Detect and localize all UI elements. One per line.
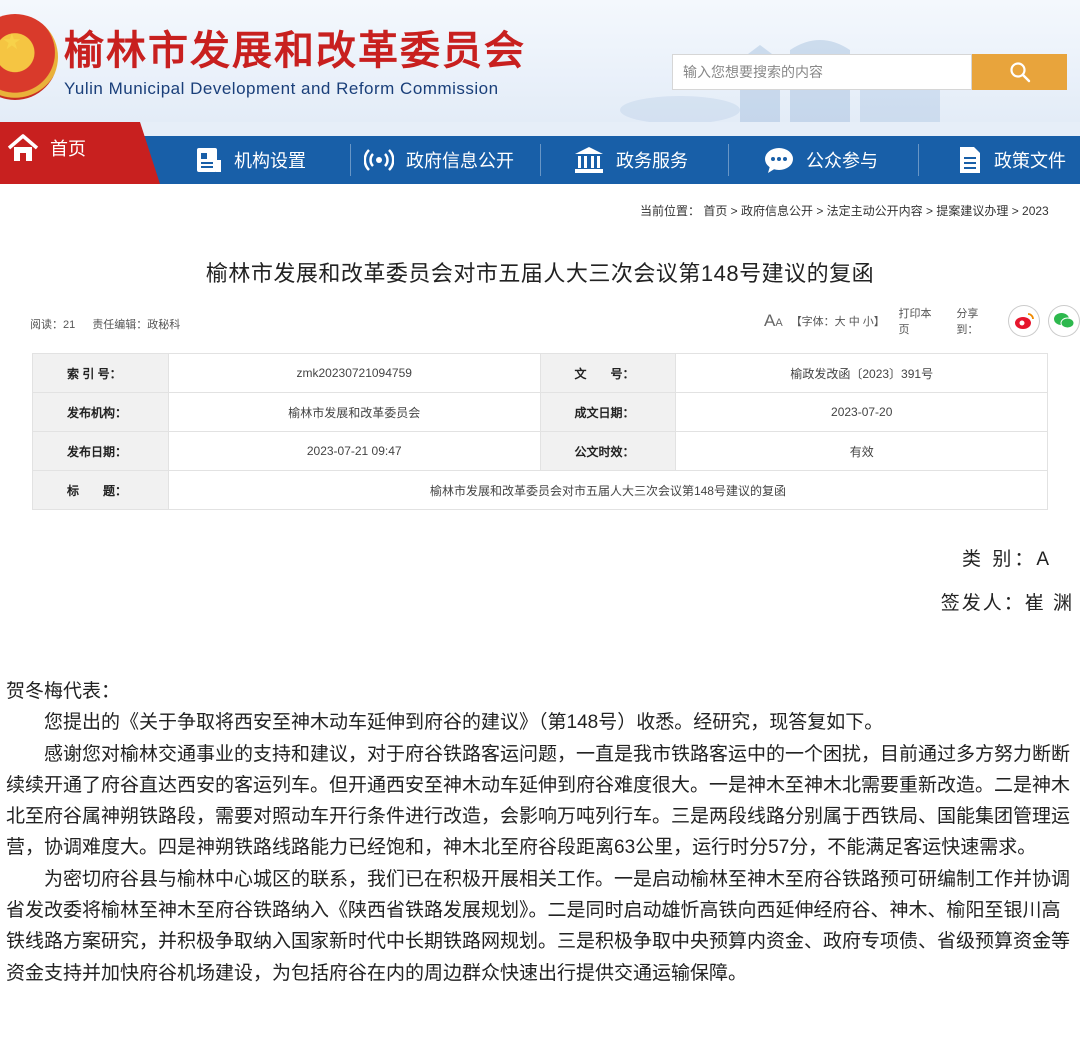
document-icon (960, 147, 980, 173)
search-input[interactable]: 输入您想要搜索的内容 (672, 54, 972, 90)
salutation: 贺冬梅代表： (6, 681, 121, 702)
broadcast-icon (364, 149, 394, 171)
article-tools: AA 【字体：大 中 小】 打印本页 分享到： (764, 304, 1080, 338)
table-row: 索 引 号： zmk20230721094759 文 号： 榆政发改函〔2023… (32, 353, 1048, 393)
government-building-icon (575, 147, 603, 173)
nav-item-label: 公众参与 (806, 151, 878, 171)
table-row: 发布日期： 2023-07-21 09:47 公文时效： 有效 (32, 431, 1048, 471)
font-size-control[interactable]: 【字体：大 中 小】 (791, 313, 885, 329)
validity-value: 有效 (675, 431, 1048, 471)
nav-home[interactable]: 首页 (6, 133, 86, 163)
nav-item-label: 政务服务 (616, 151, 688, 171)
national-emblem-icon: ★ (0, 14, 58, 100)
table-row: 发布机构： 榆林市发展和改革委员会 成文日期： 2023-07-20 (32, 392, 1048, 432)
site-header: ★ 榆林市发展和改革委员会 Yulin Municipal Developmen… (0, 0, 1080, 122)
publisher-value: 榆林市发展和改革委员会 (167, 392, 541, 432)
publish-date-label: 发布日期： (32, 431, 169, 471)
read-count: 阅读：21 (30, 319, 76, 331)
breadcrumb[interactable]: 当前位置： 首页 > 政府信息公开 > 法定主动公开内容 > 提案建议办理 > … (640, 202, 1080, 219)
weibo-share-button[interactable] (1008, 305, 1041, 337)
nav-item-info-disclosure[interactable]: 政府信息公开 (364, 136, 514, 184)
nav-top-strip (0, 122, 1080, 136)
weibo-icon (1015, 313, 1035, 329)
chat-icon (765, 148, 793, 173)
title-label: 标 题： (32, 470, 169, 510)
signer-label: 签发人：崔 渊 (940, 593, 1074, 614)
index-label: 索 引 号： (32, 353, 169, 393)
written-date-label: 成文日期： (539, 392, 677, 432)
index-value: zmk20230721094759 (167, 353, 541, 393)
document-info-table: 索 引 号： zmk20230721094759 文 号： 榆政发改函〔2023… (32, 353, 1049, 510)
share-label: 分享到： (956, 308, 979, 336)
wechat-icon (1054, 313, 1075, 329)
search-icon (1009, 62, 1030, 83)
nav-item-policy[interactable]: 政策文件 (958, 136, 1066, 184)
nav-divider (918, 144, 919, 176)
site-title: 榆林市发展和改革委员会 (64, 28, 526, 74)
nav-item-label: 政府信息公开 (406, 151, 514, 171)
site-subtitle: Yulin Municipal Development and Reform C… (64, 79, 499, 98)
nav-item-label: 机构设置 (234, 151, 306, 171)
nav-divider (540, 144, 541, 176)
publish-date-value: 2023-07-21 09:47 (167, 431, 541, 471)
article-meta: 阅读：21 责任编辑：政秘科 (30, 316, 194, 332)
editor: 责任编辑：政秘科 (92, 319, 181, 331)
paragraph: 您提出的《关于争取将西安至神木动车延伸到府谷的建议》（第148号）收悉。经研究，… (44, 712, 884, 734)
nav-divider (728, 144, 729, 176)
table-row: 标 题： 榆林市发展和改革委员会对市五届人大三次会议第148号建议的复函 (32, 470, 1049, 510)
publisher-label: 发布机构： (32, 392, 169, 432)
doc-number-label: 文 号： (539, 353, 677, 393)
nav-home-label: 首页 (50, 139, 86, 159)
print-link[interactable]: 打印本页 (899, 305, 943, 337)
nav-item-services[interactable]: 政务服务 (574, 136, 688, 184)
org-chart-icon (197, 148, 221, 172)
nav-item-org[interactable]: 机构设置 (196, 136, 306, 184)
nav-divider (350, 144, 351, 176)
nav-item-label: 政策文件 (994, 151, 1066, 171)
category-label: 类 别：A (962, 549, 1052, 570)
letter-body: 贺冬梅代表： 您提出的《关于争取将西安至神木动车延伸到府谷的建议》（第148号）… (6, 676, 1076, 989)
font-size-icon: AA (764, 311, 783, 330)
validity-label: 公文时效： (539, 431, 677, 471)
home-icon (7, 134, 39, 161)
title-value: 榆林市发展和改革委员会对市五届人大三次会议第148号建议的复函 (167, 470, 1049, 510)
written-date-value: 2023-07-20 (675, 392, 1048, 432)
nav-item-participation[interactable]: 公众参与 (764, 136, 878, 184)
wechat-share-button[interactable] (1048, 305, 1080, 337)
doc-number-value: 榆政发改函〔2023〕391号 (675, 353, 1048, 393)
page-title: 榆林市发展和改革委员会对市五届人大三次会议第148号建议的复函 (205, 261, 875, 286)
paragraph: 感谢您对榆林交通事业的支持和建议，对于府谷铁路客运问题，一直是我市铁路客运中的一… (6, 743, 1071, 859)
search-button[interactable] (972, 54, 1067, 90)
paragraph: 为密切府谷县与榆林中心城区的联系，我们已在积极开展相关工作。一是启动榆林至神木至… (6, 868, 1071, 984)
